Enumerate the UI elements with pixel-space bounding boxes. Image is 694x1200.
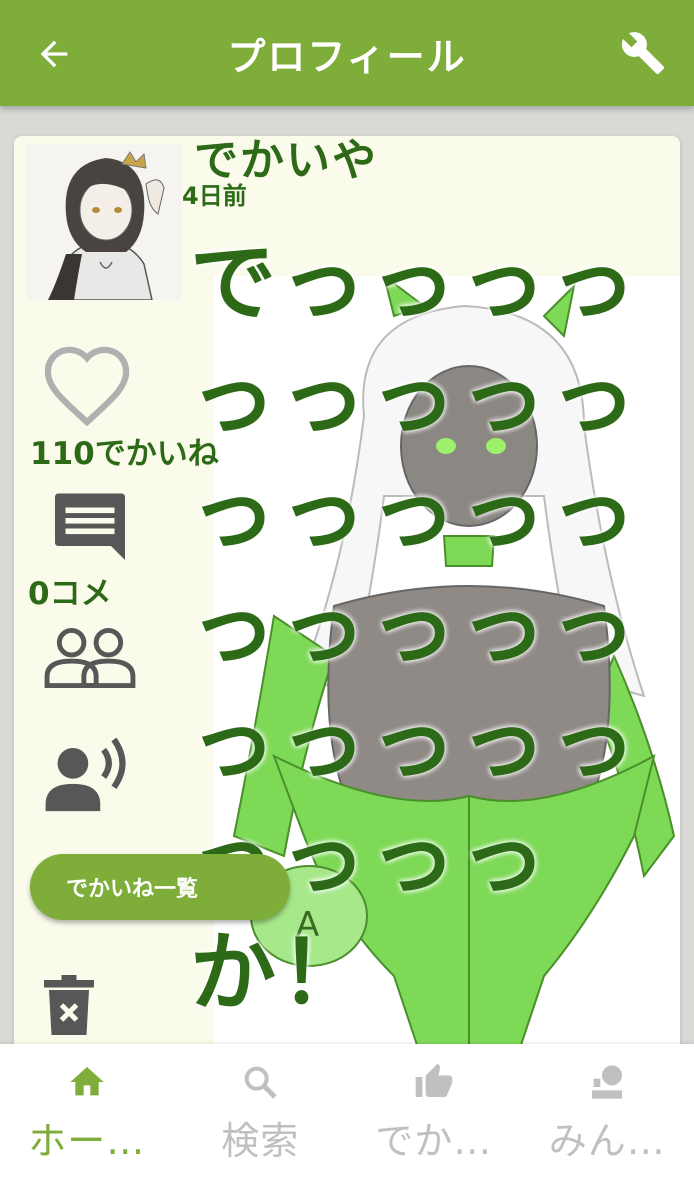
thumbs-up-icon: [415, 1063, 453, 1097]
app-bar: プロフィール: [0, 0, 694, 106]
likes-list-label: でかいね一覧: [66, 877, 199, 902]
people-icon[interactable]: [44, 626, 136, 690]
back-arrow-icon[interactable]: [34, 34, 74, 74]
post-card: A でかいや 4日前 でっっっっっっっっっっっっっっっっっっっっっっっっっっっっ…: [14, 136, 680, 1096]
nav-item-everyone[interactable]: みん…: [521, 1044, 694, 1200]
nav-label-everyone: みん…: [548, 1119, 666, 1163]
people-board-icon: [592, 1065, 623, 1099]
nav-item-home[interactable]: ホー…: [0, 1044, 174, 1200]
search-icon: [244, 1066, 278, 1099]
comment-icon[interactable]: [48, 482, 132, 568]
heart-icon[interactable]: [40, 342, 134, 428]
bottom-nav: ホー… 検索 でか… みん…: [0, 1044, 694, 1200]
trash-icon[interactable]: [44, 974, 94, 1036]
like-count: 110でかいね: [30, 436, 219, 472]
speaker-person-icon[interactable]: [44, 736, 136, 818]
home-icon: [70, 1067, 104, 1096]
avatar[interactable]: [26, 144, 182, 300]
post-time: 4日前: [182, 182, 247, 210]
nav-item-search[interactable]: 検索: [174, 1044, 348, 1200]
likes-list-button[interactable]: でかいね一覧: [30, 854, 290, 920]
comment-count: 0コメ: [28, 576, 112, 612]
nav-label-search: 検索: [221, 1119, 300, 1163]
nav-label-dekaine: でか…: [375, 1119, 493, 1163]
nav-label-home: ホー…: [28, 1119, 146, 1163]
page-title: プロフィール: [227, 34, 467, 79]
wrench-icon[interactable]: [620, 30, 666, 76]
nav-item-dekaine[interactable]: でか…: [347, 1044, 521, 1200]
